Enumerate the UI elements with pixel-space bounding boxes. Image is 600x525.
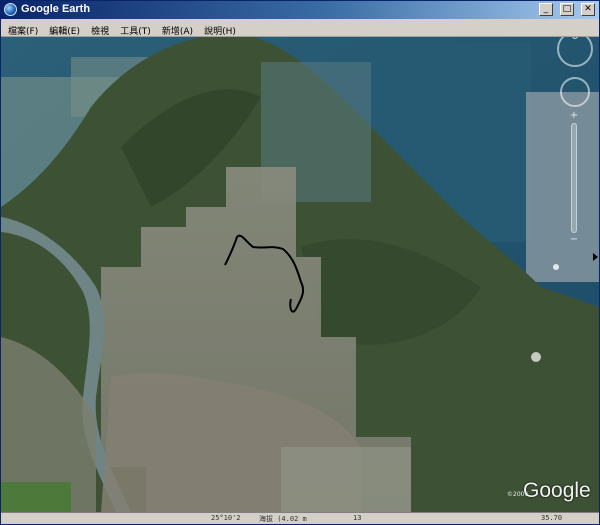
navigation-controls: + − [556,37,596,287]
zoom-out-icon[interactable]: − [569,235,579,245]
look-joystick[interactable] [557,37,593,67]
status-bar: 25°10'2 海拔 (4.02 m 13 35.70 [1,512,599,524]
close-button[interactable]: ✕ [581,3,595,16]
zoom-slider[interactable] [571,123,577,233]
google-earth-globe-icon [4,3,17,16]
google-earth-window: Google Earth _ □ ✕ 檔案(F) 編輯(E) 檢視 工具(T) … [0,0,600,525]
window-title: Google Earth [21,3,91,15]
satellite-imagery [1,37,599,512]
move-joystick[interactable] [560,77,590,107]
imagery-tile-southeast [281,447,411,512]
mouse-pointer-icon [593,253,598,261]
window-controls: _ □ ✕ [537,3,595,17]
map-viewport[interactable]: + − ©2008 Google [1,37,599,512]
menu-bar: 檔案(F) 編輯(E) 檢視 工具(T) 新增(A) 說明(H) [1,19,599,37]
title-bar[interactable]: Google Earth _ □ ✕ [1,1,599,19]
minimize-button[interactable]: _ [538,3,553,16]
latitude-readout: 25°10'2 [211,514,241,522]
google-logo: Google [523,479,591,502]
zoom-in-icon[interactable]: + [569,111,579,121]
eastern-cloud [531,352,541,362]
maximize-button[interactable]: □ [559,3,574,16]
green-field [1,482,71,512]
elevation-readout: 海拔 (4.02 m [259,515,307,523]
view-readout: 13 [353,514,362,522]
eye-altitude-readout: 35.70 [541,514,563,522]
